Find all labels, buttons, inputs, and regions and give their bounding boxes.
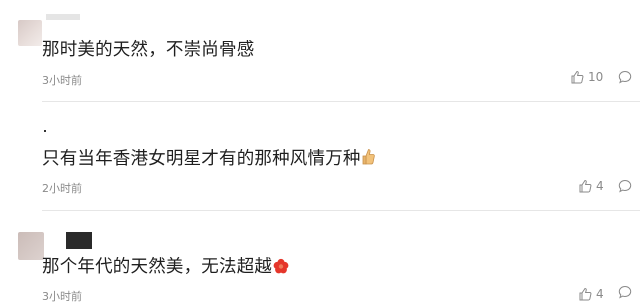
avatar[interactable]	[18, 20, 42, 46]
avatar[interactable]	[18, 232, 44, 260]
divider	[42, 101, 640, 102]
username-redacted[interactable]	[44, 130, 46, 132]
username-redacted[interactable]	[66, 232, 92, 249]
thumbs-up-emoji	[362, 149, 375, 165]
like-button[interactable]: 4	[578, 179, 604, 193]
username-redacted[interactable]	[46, 14, 80, 20]
comment-bubble-icon[interactable]	[618, 70, 632, 84]
red-flower-emoji	[273, 258, 289, 274]
comment-text: 只有当年香港女明星才有的那种风情万种	[42, 145, 376, 170]
comment-text: 那个年代的天然美，无法超越	[42, 253, 289, 278]
thumbs-up-icon	[571, 70, 584, 84]
like-count: 10	[588, 70, 604, 84]
comment-time: 3小时前	[42, 290, 82, 303]
comment-time: 2小时前	[42, 182, 82, 195]
thumbs-up-icon	[579, 179, 592, 193]
comment-bubble-icon[interactable]	[618, 179, 632, 193]
like-count: 4	[596, 179, 604, 193]
comment-text: 那时美的天然，不崇尚骨感	[42, 40, 255, 60]
comment-time: 3小时前	[42, 74, 82, 87]
comment-bubble-icon[interactable]	[618, 285, 632, 299]
comment-text-content: 只有当年香港女明星才有的那种风情万种	[42, 149, 361, 169]
comment-text-content: 那个年代的天然美，无法超越	[42, 257, 273, 277]
like-button[interactable]: 10	[570, 70, 603, 84]
divider	[42, 210, 640, 211]
